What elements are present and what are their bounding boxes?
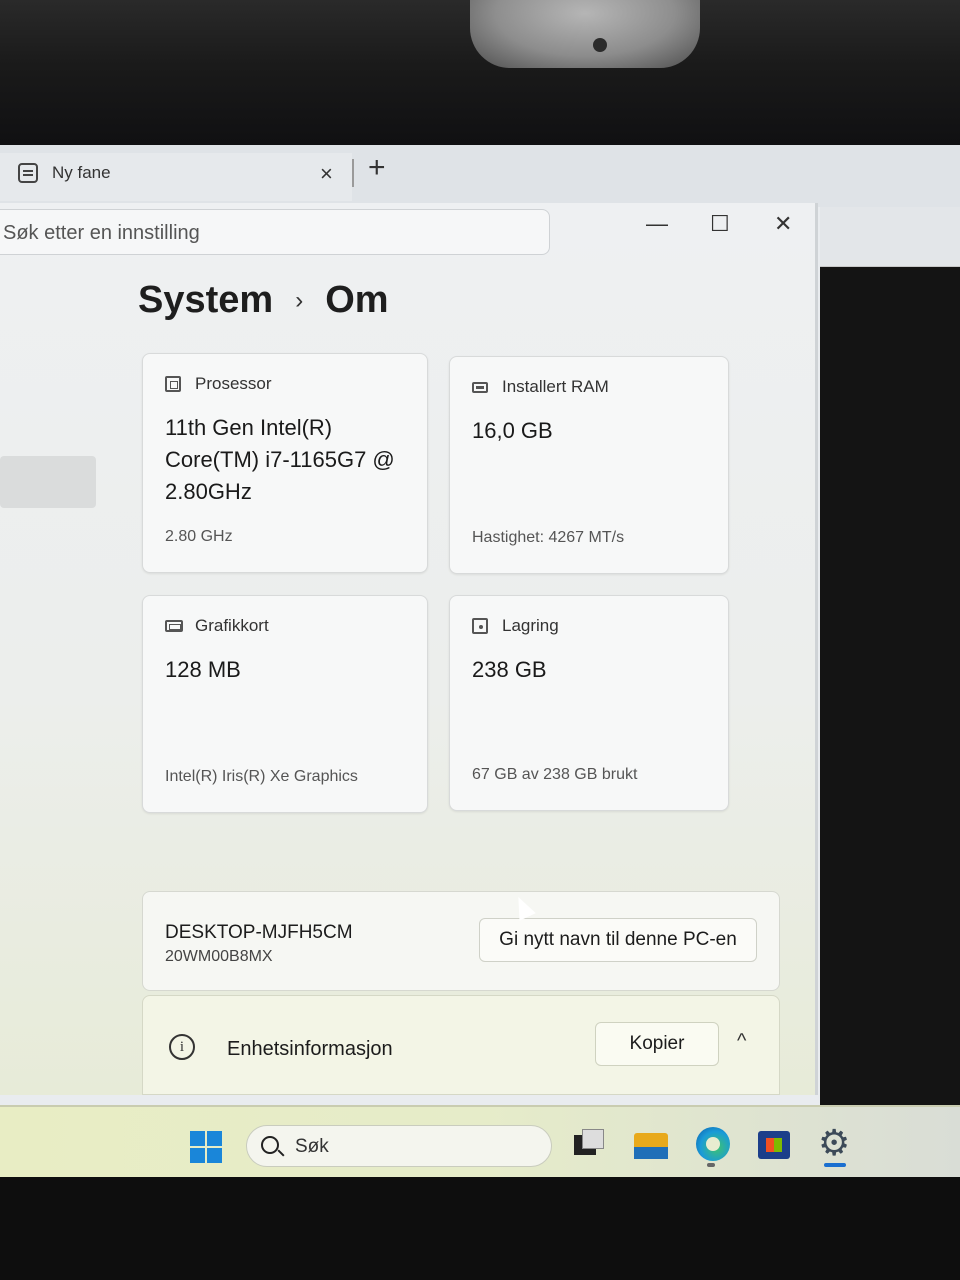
new-tab-button[interactable]: +	[368, 153, 386, 183]
background-pendant	[593, 38, 607, 52]
close-window-button[interactable]: ✕	[774, 211, 792, 237]
chevron-right-icon: ›	[295, 286, 304, 314]
search-placeholder: Søk etter en innstilling	[3, 222, 200, 244]
minimize-button[interactable]: —	[646, 211, 668, 237]
ram-speed: Hastighet: 4267 MT/s	[472, 529, 625, 546]
page-title: Om	[325, 279, 389, 321]
graphics-card-icon	[165, 620, 183, 632]
tab-separator	[352, 159, 354, 187]
close-tab-icon[interactable]: ×	[320, 161, 333, 187]
ram-label: Installert RAM	[502, 377, 609, 396]
gpu-card: Grafikkort 128 MB Intel(R) Iris(R) Xe Gr…	[142, 595, 428, 813]
storage-value: 238 GB	[472, 657, 547, 682]
breadcrumb-system[interactable]: System	[138, 279, 273, 322]
browser-tab-strip: Ny fane × +	[0, 145, 960, 207]
copy-button[interactable]: Kopier	[595, 1022, 719, 1066]
info-icon: i	[169, 1034, 195, 1060]
task-view-icon[interactable]	[572, 1127, 606, 1161]
pc-name: DESKTOP-MJFH5CM	[165, 922, 353, 943]
gpu-label: Grafikkort	[195, 616, 269, 635]
photo-background-bottom	[0, 1177, 960, 1280]
storage-label: Lagring	[502, 616, 559, 635]
browser-content-dark	[820, 267, 960, 1105]
sidebar-item-selected[interactable]	[0, 456, 96, 508]
settings-active-indicator	[824, 1163, 846, 1167]
maximize-button[interactable]: ☐	[710, 211, 730, 237]
taskbar-search-input[interactable]: Søk	[246, 1125, 552, 1167]
processor-value: 11th Gen Intel(R) Core(TM) i7-1165G7 @ 2…	[165, 415, 395, 504]
device-info-label: Enhetsinformasjon	[227, 1038, 393, 1060]
rename-pc-button[interactable]: Gi nytt navn til denne PC-en	[479, 918, 757, 962]
start-icon[interactable]	[190, 1131, 222, 1163]
pc-name-card: DESKTOP-MJFH5CM 20WM00B8MX Gi nytt navn …	[142, 891, 780, 991]
edge-icon[interactable]	[696, 1127, 730, 1161]
browser-tab[interactable]: Ny fane ×	[0, 153, 352, 201]
browser-tab-title: Ny fane	[52, 163, 111, 182]
photo-background-top	[0, 0, 960, 145]
settings-icon[interactable]	[818, 1123, 852, 1164]
taskbar: Søk	[0, 1105, 960, 1177]
processor-card: Prosessor 11th Gen Intel(R) Core(TM) i7-…	[142, 353, 428, 573]
storage-icon	[472, 618, 488, 634]
chevron-up-icon[interactable]: ^	[737, 1030, 746, 1053]
ram-value: 16,0 GB	[472, 418, 553, 443]
new-tab-page-icon	[18, 163, 38, 183]
processor-label: Prosessor	[195, 374, 272, 393]
breadcrumb: System › Om	[138, 279, 389, 322]
file-explorer-icon[interactable]	[634, 1127, 668, 1161]
gpu-value: 128 MB	[165, 657, 241, 682]
browser-toolbar-edge	[820, 207, 960, 267]
processor-icon	[165, 376, 181, 392]
store-icon[interactable]	[758, 1127, 792, 1161]
edge-running-indicator	[707, 1163, 715, 1167]
pc-model: 20WM00B8MX	[165, 948, 273, 965]
storage-card: Lagring 238 GB 67 GB av 238 GB brukt	[449, 595, 729, 811]
settings-window: Søk etter en innstilling — ☐ ✕ System › …	[0, 203, 818, 1095]
screen: Ny fane × + Søk etter en innstilling — ☐…	[0, 145, 960, 1105]
ram-card: Installert RAM 16,0 GB Hastighet: 4267 M…	[449, 356, 729, 574]
search-icon	[261, 1136, 279, 1154]
processor-speed: 2.80 GHz	[165, 528, 233, 545]
gpu-name: Intel(R) Iris(R) Xe Graphics	[165, 768, 358, 785]
background-person	[470, 0, 700, 68]
storage-usage: 67 GB av 238 GB brukt	[472, 766, 638, 783]
settings-search-input[interactable]: Søk etter en innstilling	[0, 209, 550, 255]
ram-icon	[472, 382, 488, 393]
taskbar-search-label: Søk	[295, 1136, 329, 1157]
device-info-section[interactable]: i Enhetsinformasjon Kopier ^	[142, 995, 780, 1095]
